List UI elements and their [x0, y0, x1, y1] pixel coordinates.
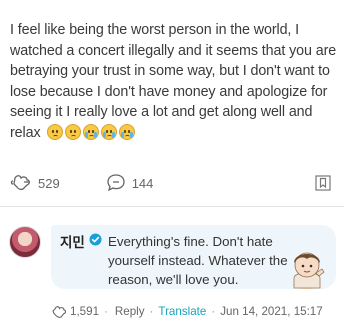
reply-button[interactable]: Reply	[115, 305, 145, 318]
reply-like-button[interactable]: 1,591	[51, 305, 99, 318]
crying-face-icon	[119, 123, 136, 140]
reply-meta: 1,591 · Reply · Translate · Jun 14, 2021…	[51, 302, 323, 320]
post-actions: 529 144	[10, 172, 336, 194]
reply-author[interactable]: 지민	[60, 231, 102, 251]
avatar[interactable]	[9, 226, 41, 258]
frowning-face-icon	[65, 123, 82, 140]
verified-badge-icon	[89, 233, 102, 249]
divider	[0, 206, 344, 207]
emoji-row	[47, 123, 136, 140]
separator: ·	[211, 304, 216, 318]
separator: ·	[104, 304, 108, 318]
like-count: 529	[38, 175, 60, 191]
post-text: I feel like being the worst person in th…	[10, 20, 340, 143]
like-icon	[52, 305, 67, 318]
comment-icon	[106, 173, 126, 194]
sticker-image	[293, 252, 325, 289]
like-icon	[10, 174, 32, 193]
bookmark-icon	[315, 175, 331, 191]
bookmark-button[interactable]	[314, 174, 332, 197]
crying-face-icon	[83, 123, 100, 140]
like-button[interactable]: 529	[10, 174, 60, 193]
reply-bubble: 지민 Everything's fine. Don't hate yoursel…	[51, 225, 336, 289]
separator: ·	[149, 304, 154, 318]
crying-face-icon	[101, 123, 118, 140]
frowning-face-icon	[47, 123, 64, 140]
reply-text: Everything's fine. Don't hate yourself i…	[108, 234, 288, 287]
comment-count: 144	[131, 175, 154, 191]
reply-timestamp: Jun 14, 2021, 15:17	[220, 304, 323, 318]
comment-button[interactable]: 144	[106, 173, 154, 194]
reply-like-count: 1,591	[70, 304, 100, 318]
translate-button[interactable]: Translate	[158, 305, 206, 318]
author-name: 지민	[60, 235, 85, 250]
